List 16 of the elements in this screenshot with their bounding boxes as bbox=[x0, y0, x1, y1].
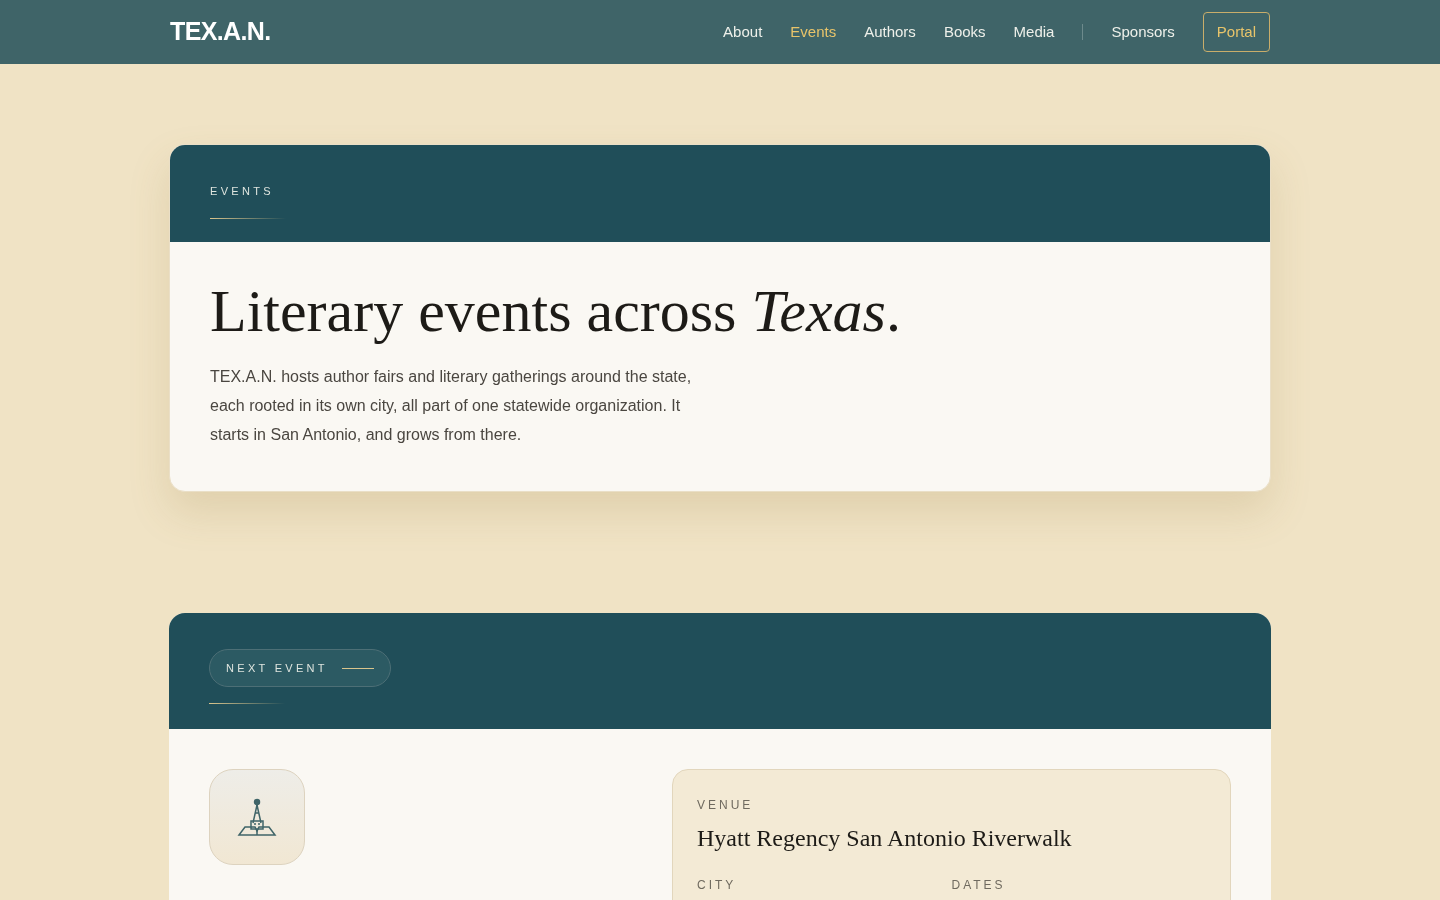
next-event-badge: NEXT EVENT bbox=[209, 649, 391, 687]
nav-link[interactable]: Events bbox=[790, 20, 837, 44]
nav-link[interactable]: About bbox=[723, 20, 763, 44]
portal-button[interactable]: Portal bbox=[1202, 11, 1270, 53]
nav-link[interactable]: Books bbox=[943, 20, 986, 44]
detail-label: CITY bbox=[697, 877, 737, 894]
eyebrow-label: EVENTS bbox=[210, 184, 274, 199]
nav-link[interactable]: Media bbox=[1013, 20, 1055, 44]
brand-logo[interactable]: TEX.A.N. bbox=[170, 13, 271, 51]
detail-label: DATES bbox=[951, 877, 1006, 894]
detail-label: VENUE bbox=[697, 797, 754, 814]
nav-link[interactable]: Sponsors bbox=[1111, 20, 1175, 44]
detail-value: Hyatt Regency San Antonio Riverwalk bbox=[697, 824, 1072, 853]
nav-link[interactable]: Authors bbox=[864, 20, 916, 44]
intro-paragraph: TEX.A.N. hosts author fairs and literary gatherings around the state, each rooted in its own city, all part of one statewide organization. It starts in San Antonio, and grows from there. bbox=[210, 367, 693, 445]
page-heading: Literary events across Texas. bbox=[210, 278, 901, 344]
